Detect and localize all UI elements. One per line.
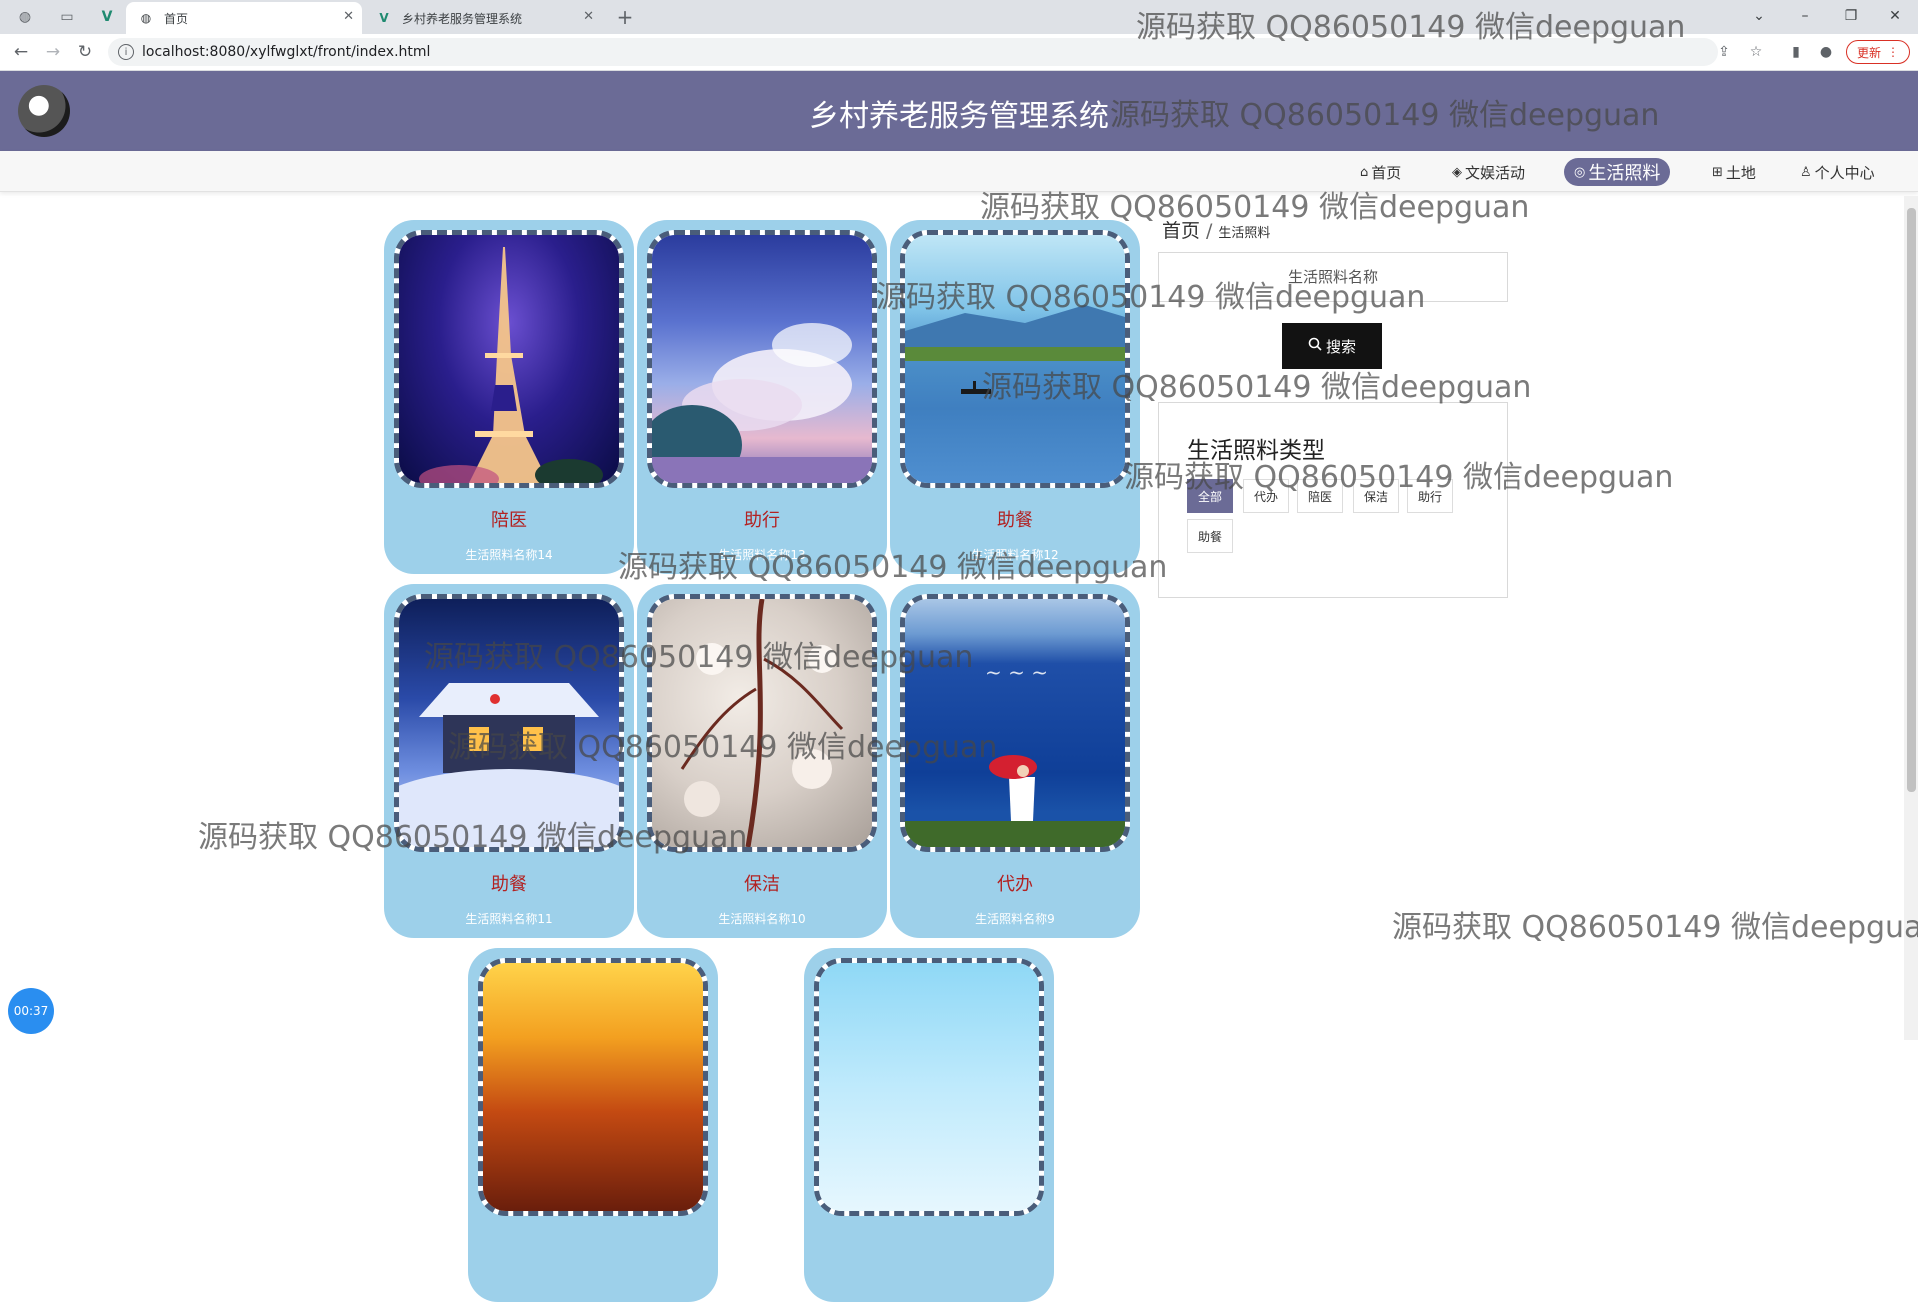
blue-sky-image <box>819 963 1039 1211</box>
close-icon[interactable]: ✕ <box>343 9 354 24</box>
sea-umbrella-image: ~ ~ ~ <box>905 599 1125 847</box>
care-card[interactable]: 保洁 生活照料名称10 <box>637 584 887 938</box>
nav-item-home[interactable]: ⌂ 首页 <box>1350 158 1411 186</box>
care-card[interactable]: ~ ~ ~ 代办 生活照料名称9 <box>890 584 1140 938</box>
card-image-frame <box>647 230 877 488</box>
card-title: 助行 <box>744 510 780 531</box>
card-image-frame <box>394 594 624 852</box>
back-arrow-icon[interactable]: ← <box>10 41 32 63</box>
info-icon[interactable]: i <box>118 44 134 60</box>
bookmark-star-icon[interactable]: ☆ <box>1746 42 1766 62</box>
browser-tab-strip: ◍ ▭ V ◍ 首页 ✕ V 乡村养老服务管理系统 ✕ + ⌄ – ❐ ✕ <box>0 0 1918 34</box>
site-title: 乡村养老服务管理系统 <box>809 99 1109 134</box>
side-panel-icon[interactable]: ▮ <box>1786 42 1806 62</box>
card-image-frame <box>814 958 1044 1216</box>
user-icon: ♙ <box>1800 164 1812 180</box>
card-subtitle: 生活照料名称14 <box>465 548 553 562</box>
type-filter-meal-aid[interactable]: 助餐 <box>1187 519 1234 553</box>
page-scrollbar-thumb[interactable] <box>1907 208 1916 792</box>
restore-icon[interactable]: ❐ <box>1828 0 1874 32</box>
care-card[interactable]: 助餐 生活照料名称12 <box>890 220 1140 574</box>
card-subtitle: 生活照料名称11 <box>465 912 553 926</box>
more-vertical-icon: ⋮ <box>1887 45 1899 59</box>
svg-text:~ ~ ~: ~ ~ ~ <box>985 660 1048 684</box>
main-nav: ⌂ 首页 ◈ 文娱活动 ◎ 生活照料 ⊞ 土地 ♙ 个人中心 <box>0 151 1918 192</box>
breadcrumb-current: 生活照料 <box>1218 226 1271 241</box>
browser-toolbar: ← → ↻ i localhost:8080/xylfwglxt/front/i… <box>0 34 1918 71</box>
type-filter-cleaning[interactable]: 保洁 <box>1353 479 1400 513</box>
land-icon: ⊞ <box>1712 164 1723 180</box>
type-filter-medical-escort[interactable]: 陪医 <box>1297 479 1344 513</box>
vue-icon[interactable]: V <box>96 6 118 28</box>
search-icon <box>1308 337 1322 355</box>
type-filter-errands[interactable]: 代办 <box>1243 479 1290 513</box>
minimize-icon[interactable]: – <box>1782 0 1828 32</box>
card-title: 代办 <box>997 874 1033 895</box>
card-title: 助餐 <box>491 874 527 895</box>
care-card[interactable]: 助餐 生活照料名称11 <box>384 584 634 938</box>
card-image-frame <box>900 230 1130 488</box>
breadcrumb: 首页 / 生活照料 <box>1162 216 1270 243</box>
new-tab-button[interactable]: + <box>614 5 636 29</box>
home-icon: ⌂ <box>1360 164 1369 180</box>
card-image-frame: ~ ~ ~ <box>900 594 1130 852</box>
update-button[interactable]: 更新 ⋮ <box>1846 40 1910 64</box>
tab-search-chevron-icon[interactable]: ⌄ <box>1736 0 1782 32</box>
care-card[interactable]: 陪医 生活照料名称14 <box>384 220 634 574</box>
type-filter-walking-aid[interactable]: 助行 <box>1407 479 1454 513</box>
watermark-text: 源码获取 QQ86050149 微信deepguan <box>1392 910 1918 945</box>
address-bar[interactable]: i localhost:8080/xylfwglxt/front/index.h… <box>108 38 1718 66</box>
recording-timer-badge: 00:37 <box>8 988 54 1034</box>
close-icon[interactable]: ✕ <box>583 9 594 24</box>
graduation-cap-icon: ◈ <box>1452 164 1462 180</box>
card-title: 助餐 <box>997 510 1033 531</box>
reload-icon[interactable]: ↻ <box>74 41 96 63</box>
nav-item-land[interactable]: ⊞ 土地 <box>1702 158 1766 186</box>
sunset-clouds-image <box>483 963 703 1211</box>
card-subtitle: 生活照料名称13 <box>718 548 806 562</box>
snowy-cabin-image <box>399 599 619 847</box>
browser-tab-system[interactable]: V 乡村养老服务管理系统 ✕ <box>364 2 602 34</box>
clouds-sky-image <box>652 235 872 483</box>
care-card[interactable] <box>468 948 718 1302</box>
search-input[interactable] <box>1158 252 1508 302</box>
search-button[interactable]: 搜索 <box>1282 323 1382 369</box>
site-header: 乡村养老服务管理系统 <box>0 71 1918 151</box>
window-close-icon[interactable]: ✕ <box>1872 0 1918 32</box>
lake-boat-image <box>905 235 1125 483</box>
browser-app-icon[interactable]: ◍ <box>14 6 36 28</box>
share-icon[interactable]: ⇪ <box>1714 42 1734 62</box>
breadcrumb-home[interactable]: 首页 <box>1162 220 1200 242</box>
life-care-icon: ◎ <box>1574 164 1586 180</box>
type-panel-title: 生活照料类型 <box>1187 438 1325 464</box>
card-subtitle: 生活照料名称9 <box>975 912 1055 926</box>
vue-icon: V <box>379 11 389 25</box>
card-title: 陪医 <box>491 510 527 531</box>
type-filter-all[interactable]: 全部 <box>1187 479 1234 513</box>
care-card[interactable] <box>804 948 1054 1302</box>
tab-title: 首页 <box>164 11 189 26</box>
browser-tab-home[interactable]: ◍ 首页 ✕ <box>126 2 362 34</box>
forward-arrow-icon[interactable]: → <box>42 41 64 63</box>
globe-icon: ◍ <box>140 11 152 25</box>
profile-icon[interactable]: ● <box>1816 42 1836 62</box>
type-filter-panel: 生活照料类型 全部 代办 陪医 保洁 助行 助餐 <box>1158 402 1508 598</box>
care-card[interactable]: 助行 生活照料名称13 <box>637 220 887 574</box>
nav-item-entertainment[interactable]: ◈ 文娱活动 <box>1442 158 1535 186</box>
card-image-frame <box>394 230 624 488</box>
eiffel-tower-image <box>399 235 619 483</box>
card-subtitle: 生活照料名称10 <box>718 912 806 926</box>
address-url: localhost:8080/xylfwglxt/front/index.htm… <box>142 44 431 60</box>
card-subtitle: 生活照料名称12 <box>971 548 1059 562</box>
blossom-branch-image <box>652 599 872 847</box>
nav-item-profile[interactable]: ♙ 个人中心 <box>1790 158 1885 186</box>
card-title: 保洁 <box>744 874 780 895</box>
search-button-label: 搜索 <box>1325 337 1356 356</box>
tab-title: 乡村养老服务管理系统 <box>402 11 523 26</box>
nav-item-life-care[interactable]: ◎ 生活照料 <box>1564 158 1671 186</box>
card-image-frame <box>478 958 708 1216</box>
breadcrumb-separator: / <box>1206 220 1213 242</box>
card-image-frame <box>647 594 877 852</box>
tab-group-icon[interactable]: ▭ <box>56 6 78 28</box>
